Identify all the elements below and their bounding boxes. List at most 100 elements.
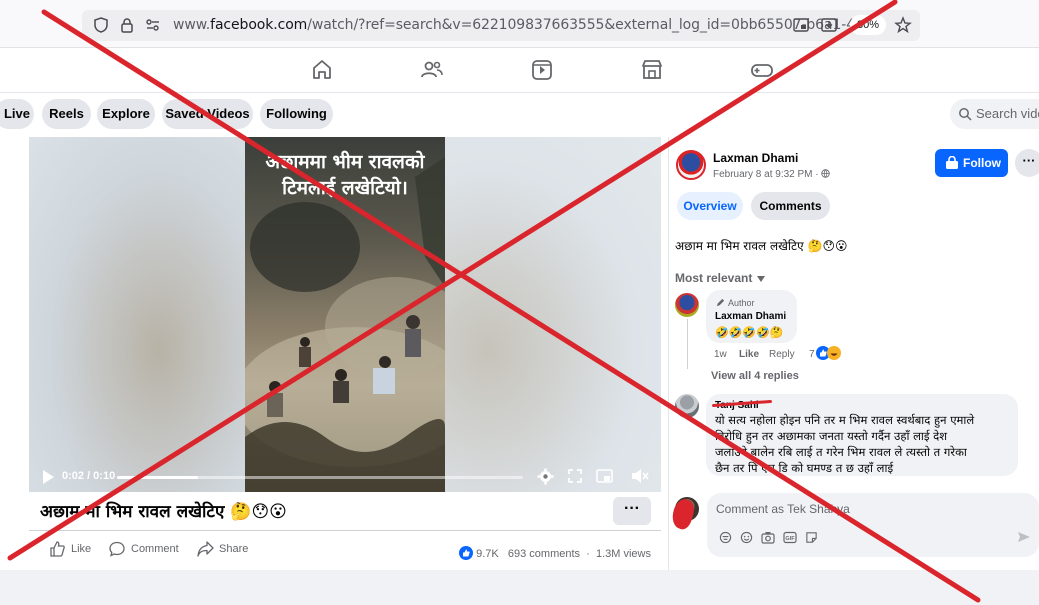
share-button[interactable]: Share xyxy=(219,543,248,555)
video-player[interactable]: अछाममा भीम रावलको टिमलाई लखेटियो। 0:02 /… xyxy=(29,137,661,492)
comment-sort-dropdown[interactable]: Most relevant xyxy=(675,271,766,285)
comment-count[interactable]: 693 comments xyxy=(508,548,580,560)
miniplayer-icon[interactable] xyxy=(596,468,613,484)
globe-icon xyxy=(821,169,831,178)
comment-composer[interactable]: Comment as Tek Shahya GIF xyxy=(707,493,1039,557)
facebook-top-nav xyxy=(0,48,1039,93)
reply-thread-line xyxy=(687,319,688,369)
search-icon xyxy=(959,108,972,121)
comment-bubble: Author Laxman Dhami 🤣🤣🤣🤣🤔 xyxy=(706,290,797,343)
comment-age[interactable]: 1w xyxy=(714,349,727,360)
post-date-text: February 8 at 9:32 PM · xyxy=(713,169,819,180)
video-frame: अछाममा भीम रावलको टिमलाई लखेटियो। xyxy=(245,137,445,492)
send-icon[interactable] xyxy=(1017,530,1031,544)
video-time: 0:02 / 0:10 xyxy=(62,470,116,482)
friends-icon[interactable] xyxy=(418,56,446,84)
video-progress-track[interactable] xyxy=(117,476,523,479)
video-blur-right xyxy=(445,137,661,492)
address-bar[interactable]: www.facebook.com/watch/?ref=search&v=622… xyxy=(82,10,920,41)
home-icon[interactable] xyxy=(308,56,336,84)
browser-toolbar: www.facebook.com/watch/?ref=search&v=622… xyxy=(0,0,1039,48)
author-badge: Author xyxy=(728,298,755,308)
tab-comments[interactable]: Comments xyxy=(751,192,830,220)
commenter-avatar[interactable] xyxy=(675,394,699,418)
lock-icon[interactable] xyxy=(118,16,136,34)
comment-like-button[interactable]: Like xyxy=(739,349,759,360)
video-progress-fill xyxy=(117,476,199,479)
view-all-replies[interactable]: View all 4 replies xyxy=(711,370,799,382)
like-button[interactable]: Like xyxy=(71,543,91,555)
video-overlay-title: अछाममा भीम रावलको टिमलाई लखेटियो। xyxy=(265,151,425,199)
like-reaction-icon xyxy=(459,546,474,560)
shield-icon[interactable] xyxy=(92,16,110,34)
play-icon[interactable] xyxy=(41,469,55,485)
post-details-panel: Laxman Dhami February 8 at 9:32 PM · Fol… xyxy=(668,137,1039,570)
commenter-avatar[interactable] xyxy=(675,293,699,317)
post-text: अछाम मा भिम रावल लखेटिए 🤔😯😮 xyxy=(675,239,848,253)
site-settings-icon[interactable] xyxy=(144,16,162,34)
like-icon[interactable] xyxy=(49,541,65,557)
reaction-count[interactable]: 9.7K xyxy=(476,548,499,560)
zoom-level[interactable]: 80% xyxy=(850,15,886,35)
video-icon[interactable] xyxy=(528,56,556,84)
comment-text-line: जलाउने बालेन रबि लाई त गरेन भिम रावल ले … xyxy=(715,445,967,459)
pen-icon xyxy=(716,298,725,307)
tab-overview[interactable]: Overview xyxy=(677,192,743,220)
post-actions-bar: Like Comment Share 9.7K 693 comments · 1… xyxy=(29,530,661,568)
comment-author[interactable]: Laxman Dhami xyxy=(715,311,786,322)
video-category-chips: Live Reels Explore Saved Videos Followin… xyxy=(0,93,1039,137)
picture-in-picture-icon[interactable] xyxy=(792,16,810,34)
fullscreen-icon[interactable] xyxy=(567,468,583,484)
view-count: 1.3M views xyxy=(595,548,651,560)
sticker-icon[interactable] xyxy=(805,531,818,544)
comment-text-line: विरोधि हुन तर अछामका जनता यस्तो गर्दैन उ… xyxy=(715,429,948,443)
search-placeholder: Search video xyxy=(976,106,1039,121)
avatar-sticker-icon[interactable] xyxy=(719,531,732,544)
search-videos-input[interactable]: Search video xyxy=(950,99,1039,129)
sort-label: Most relevant xyxy=(675,271,753,285)
comment-reply-button[interactable]: Reply xyxy=(769,349,795,360)
comments-fade xyxy=(669,475,1039,487)
comment-bubble: Tanj Sahi यो सत्य नहोला होइन पनि तर म भि… xyxy=(706,394,1018,476)
comment-reaction-count[interactable]: 7 xyxy=(809,349,815,360)
share-icon[interactable] xyxy=(197,541,214,557)
post-date[interactable]: February 8 at 9:32 PM · xyxy=(713,168,831,180)
more-options-button[interactable]: ··· xyxy=(613,497,651,525)
post-stats: 9.7K 693 comments · 1.3M views xyxy=(459,543,651,560)
download-icon[interactable] xyxy=(820,16,838,34)
post-more-button[interactable]: ··· xyxy=(1015,149,1039,177)
svg-text:GIF: GIF xyxy=(785,536,795,542)
url-text[interactable]: www.facebook.com/watch/?ref=search&v=622… xyxy=(173,17,873,35)
comment-text: 🤣🤣🤣🤣🤔 xyxy=(715,327,784,339)
gif-icon[interactable]: GIF xyxy=(783,531,797,544)
comment-text-line: छैन तर पि एच डि को घमण्ड त छ उहाँ लाई xyxy=(715,461,894,475)
screenshot-root: www.facebook.com/watch/?ref=search&v=622… xyxy=(0,0,1039,605)
stats-separator: · xyxy=(586,548,590,560)
chip-saved-videos[interactable]: Saved Videos xyxy=(162,99,253,129)
chip-live[interactable]: Live xyxy=(0,99,34,129)
gaming-icon[interactable] xyxy=(748,56,776,84)
haha-reaction-icon xyxy=(827,346,841,360)
video-blur-left xyxy=(29,137,245,492)
marketplace-icon[interactable] xyxy=(638,56,666,84)
mute-icon[interactable] xyxy=(631,468,649,484)
emoji-icon[interactable] xyxy=(740,531,753,544)
comment-icon[interactable] xyxy=(109,541,125,557)
follow-label: Follow xyxy=(963,156,1001,170)
follow-icon xyxy=(946,156,958,169)
follow-button[interactable]: Follow xyxy=(935,149,1008,177)
comment-text-line: यो सत्य नहोला होइन पनि तर म भिम रावल स्व… xyxy=(715,413,975,427)
chip-explore[interactable]: Explore xyxy=(97,99,155,129)
chip-following[interactable]: Following xyxy=(260,99,333,129)
settings-icon[interactable] xyxy=(537,468,554,485)
comment-placeholder: Comment as Tek Shahya xyxy=(716,502,850,516)
author-name[interactable]: Laxman Dhami xyxy=(713,151,798,165)
video-controls: 0:02 / 0:10 xyxy=(29,462,661,492)
chip-reels[interactable]: Reels xyxy=(42,99,91,129)
star-icon[interactable] xyxy=(894,16,912,34)
author-avatar[interactable] xyxy=(676,150,706,180)
comment-button[interactable]: Comment xyxy=(131,543,179,555)
caret-down-icon xyxy=(756,276,765,282)
video-post-title: अछाम मा भिम रावल लखेटिए 🤔😯😮 xyxy=(40,502,287,522)
camera-icon[interactable] xyxy=(761,531,775,544)
